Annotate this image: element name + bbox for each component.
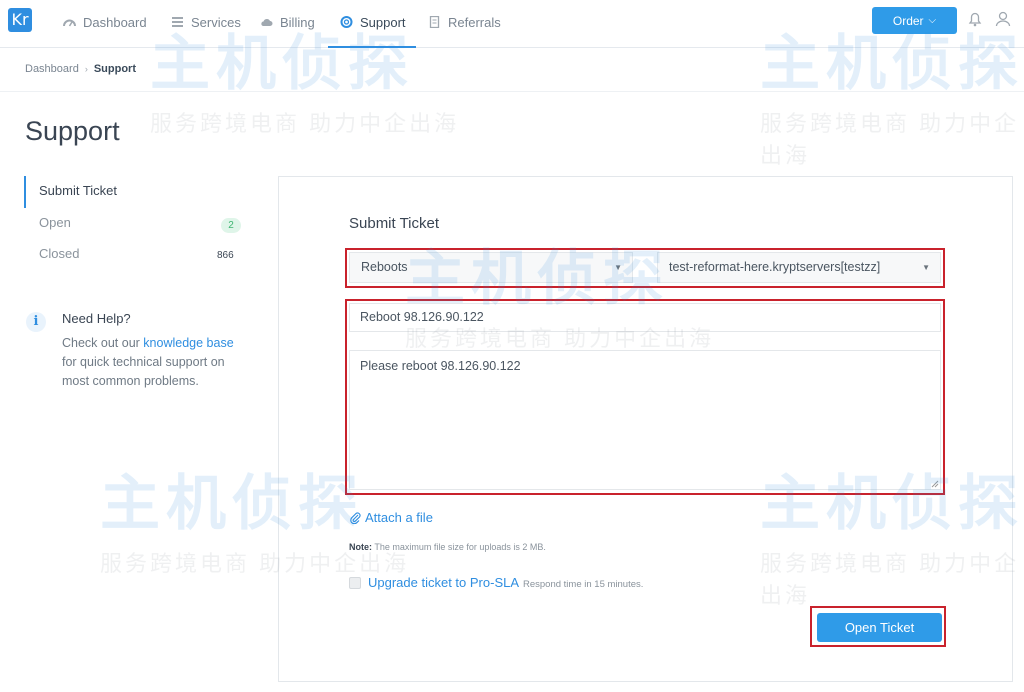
help-text-after: for quick technical support on most comm… xyxy=(62,355,225,388)
nav-services-label: Services xyxy=(191,14,241,30)
breadcrumb-home[interactable]: Dashboard xyxy=(25,63,79,75)
lifebuoy-icon xyxy=(340,16,353,28)
nav-dashboard[interactable]: Dashboard xyxy=(63,12,147,32)
breadcrumb: Dashboard › Support xyxy=(25,63,136,75)
nav-dashboard-label: Dashboard xyxy=(83,14,147,30)
document-icon xyxy=(429,16,440,28)
upload-note: Note: The maximum file size for uploads … xyxy=(349,542,546,552)
info-icon: i xyxy=(26,312,46,332)
nav-support-label: Support xyxy=(360,14,406,30)
closed-count: 866 xyxy=(217,250,234,261)
order-button[interactable]: Order ⌵ xyxy=(872,7,957,34)
nav-support[interactable]: Support xyxy=(340,12,406,32)
open-count-badge: 2 xyxy=(221,218,241,233)
sidebar-item-open[interactable]: Open xyxy=(39,215,71,230)
paperclip-icon xyxy=(350,512,361,524)
order-button-label: Order xyxy=(892,13,924,28)
nav-referrals[interactable]: Referrals xyxy=(428,12,501,32)
highlight-box-submit xyxy=(810,606,946,647)
help-text-before: Check out our xyxy=(62,336,144,350)
page-title: Support xyxy=(25,116,120,146)
breadcrumb-bar xyxy=(0,48,1024,92)
upgrade-subtext: Respond time in 15 minutes. xyxy=(523,579,644,590)
upgrade-pro-sla-link[interactable]: Upgrade ticket to Pro-SLA xyxy=(368,575,519,590)
user-icon[interactable] xyxy=(994,10,1012,28)
note-label: Note: xyxy=(349,542,372,552)
knowledge-base-link[interactable]: knowledge base xyxy=(143,336,233,350)
attach-file-label: Attach a file xyxy=(365,510,433,525)
sidebar-item-submit-ticket[interactable]: Submit Ticket xyxy=(39,183,117,198)
nav-referrals-label: Referrals xyxy=(448,14,501,30)
cloud-icon xyxy=(261,19,273,26)
sidebar-item-closed[interactable]: Closed xyxy=(39,246,79,261)
nav-billing-label: Billing xyxy=(280,14,315,30)
pro-sla-checkbox[interactable] xyxy=(349,577,361,589)
list-icon xyxy=(172,17,183,27)
watermark-subtitle: 服务跨境电商 助力中企出海 xyxy=(150,111,460,136)
note-text: The maximum file size for uploads is 2 M… xyxy=(372,542,546,552)
nav-billing[interactable]: Billing xyxy=(260,12,315,32)
top-navbar: Kr Dashboard Services Billing Support Re… xyxy=(0,0,1024,48)
nav-services[interactable]: Services xyxy=(171,12,241,32)
speedometer-icon xyxy=(63,19,76,27)
sidebar-active-indicator xyxy=(24,176,26,208)
help-title: Need Help? xyxy=(62,311,131,326)
watermark-subtitle: 服务跨境电商 助力中企出海 xyxy=(760,111,1020,168)
attach-file-link[interactable]: Attach a file xyxy=(350,510,433,525)
bell-icon[interactable] xyxy=(966,10,984,28)
brand-logo[interactable]: Kr xyxy=(8,8,32,32)
help-text: Check out our knowledge base for quick t… xyxy=(62,334,237,391)
chevron-down-icon: ⌵ xyxy=(928,15,937,26)
form-title: Submit Ticket xyxy=(349,215,440,232)
highlight-box-selects xyxy=(345,248,945,288)
chevron-right-icon: › xyxy=(84,64,88,74)
breadcrumb-current: Support xyxy=(93,63,136,75)
highlight-box-message xyxy=(345,299,945,495)
